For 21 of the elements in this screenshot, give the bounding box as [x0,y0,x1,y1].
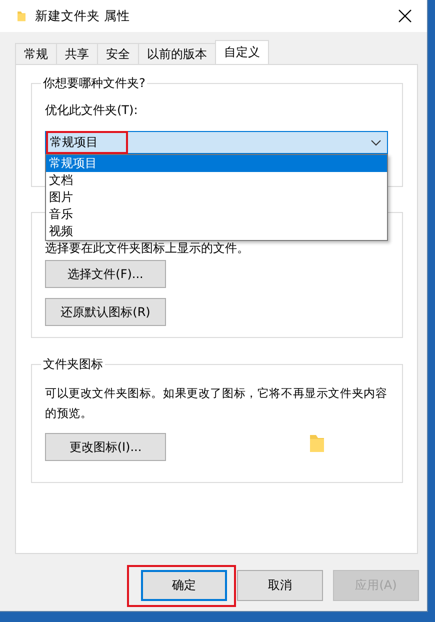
change-icon-button[interactable]: 更改图标(I)... [45,433,166,461]
caret-icon [371,140,381,146]
tab[interactable]: 常规 [15,43,57,64]
dropdown-option[interactable]: 文档 [46,172,387,189]
dropdown-option[interactable]: 音乐 [46,206,387,223]
dropdown-option[interactable]: 图片 [46,189,387,206]
dialog-button[interactable]: 确定 [141,570,227,601]
group-description: 可以更改文件夹图标。如果更改了图标，它将不再显示文件夹内容的预览。 [45,385,388,422]
group-title: 你想要哪种文件夹? [42,75,146,92]
field-label: 优化此文件夹(T): [45,102,139,119]
tab[interactable]: 自定义 [215,40,269,64]
group-title: 文件夹图标 [42,356,104,373]
action-button[interactable]: 选择文件(F)... [45,260,166,288]
dropdown-option[interactable]: 视频 [46,223,387,240]
window-title: 新建文件夹 属性 [35,8,131,24]
action-button[interactable]: 还原默认图标(R) [45,298,166,326]
dialog-button[interactable]: 取消 [237,570,323,601]
close-icon [398,9,412,23]
group-description: 选择要在此文件夹图标上显示的文件。 [45,241,249,255]
dropdown-option[interactable]: 常规项目 [46,155,387,172]
folder-icon [17,10,26,22]
